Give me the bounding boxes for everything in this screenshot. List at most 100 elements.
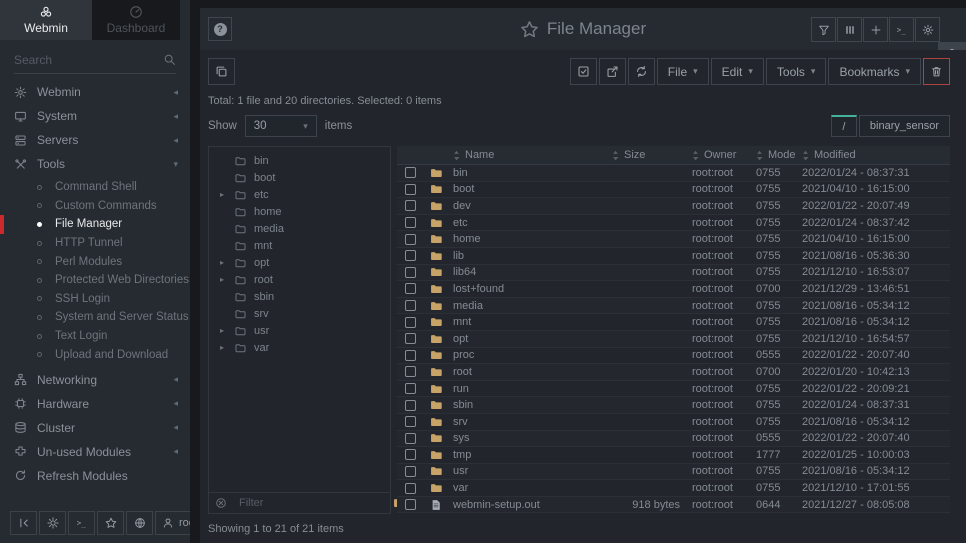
shell-button[interactable]: >_: [68, 511, 95, 535]
table-row[interactable]: webmin-setup.out918 bytesroot:root064420…: [397, 497, 950, 514]
row-checkbox[interactable]: [405, 400, 416, 411]
row-checkbox[interactable]: [405, 217, 416, 228]
tree-item-var[interactable]: ▸var: [209, 339, 390, 356]
sidebar-item-system[interactable]: System◂: [0, 104, 190, 128]
table-row[interactable]: sysroot:root05552022/01/22 - 20:07:40: [397, 431, 950, 448]
table-row[interactable]: mntroot:root07552021/08/16 - 05:34:12: [397, 314, 950, 331]
sidebar-item-refresh-modules[interactable]: Refresh Modules: [0, 464, 190, 488]
row-checkbox[interactable]: [405, 317, 416, 328]
row-checkbox[interactable]: [405, 300, 416, 311]
settings-button[interactable]: [915, 17, 940, 42]
sidebar-subitem-ssh-login[interactable]: SSH Login: [0, 290, 190, 309]
help-button[interactable]: ?: [208, 17, 232, 41]
refresh-button[interactable]: [628, 58, 655, 85]
tree-item-etc[interactable]: ▸etc: [209, 186, 390, 203]
menu-bookmarks-button[interactable]: Bookmarks▾: [828, 58, 921, 85]
filter-input[interactable]: [233, 493, 387, 513]
tree-item-root[interactable]: ▸root: [209, 271, 390, 288]
row-checkbox[interactable]: [405, 466, 416, 477]
sidebar-item-servers[interactable]: Servers◂: [0, 128, 190, 152]
expand-arrow-icon[interactable]: ▸: [217, 190, 227, 199]
sidebar-item-un-used-modules[interactable]: Un-used Modules◂: [0, 440, 190, 464]
sidebar-item-webmin[interactable]: Webmin◂: [0, 80, 190, 104]
tree-item-sbin[interactable]: sbin: [209, 288, 390, 305]
row-checkbox[interactable]: [405, 200, 416, 211]
expand-arrow-icon[interactable]: ▸: [217, 275, 227, 284]
row-checkbox[interactable]: [405, 366, 416, 377]
sidebar-subitem-perl-modules[interactable]: Perl Modules: [0, 252, 190, 271]
column-header-owner[interactable]: Owner: [692, 149, 756, 161]
table-row[interactable]: procroot:root05552022/01/22 - 20:07:40: [397, 348, 950, 365]
sidebar-item-cluster[interactable]: Cluster◂: [0, 416, 190, 440]
table-row[interactable]: usrroot:root07552021/08/16 - 05:34:12: [397, 464, 950, 481]
sidebar-subitem-system-and-server-status[interactable]: System and Server Status: [0, 308, 190, 327]
column-header-mode[interactable]: Mode: [756, 149, 802, 161]
table-row[interactable]: rootroot:root07002022/01/20 - 10:42:13: [397, 364, 950, 381]
search-input[interactable]: [14, 48, 176, 72]
row-checkbox[interactable]: [405, 499, 416, 510]
table-row[interactable]: lib64root:root07552021/12/10 - 16:53:07: [397, 265, 950, 282]
table-row[interactable]: bootroot:root07552021/04/10 - 16:15:00: [397, 182, 950, 199]
table-row[interactable]: devroot:root07552022/01/22 - 20:07:49: [397, 198, 950, 215]
row-checkbox[interactable]: [405, 333, 416, 344]
menu-edit-button[interactable]: Edit▾: [711, 58, 764, 85]
tab-webmin[interactable]: Webmin: [0, 0, 92, 40]
column-header-modified[interactable]: Modified: [802, 149, 950, 161]
table-row[interactable]: varroot:root07552021/12/10 - 17:01:55: [397, 480, 950, 497]
filter-button[interactable]: [811, 17, 836, 42]
row-checkbox[interactable]: [405, 283, 416, 294]
menu-file-button[interactable]: File▾: [657, 58, 709, 85]
language-button[interactable]: [126, 511, 153, 535]
terminal-button[interactable]: >_: [889, 17, 914, 42]
row-checkbox[interactable]: [405, 433, 416, 444]
column-header-name[interactable]: Name: [453, 149, 612, 161]
sidebar-item-tools[interactable]: Tools▾: [0, 152, 190, 176]
sidebar-subitem-file-manager[interactable]: File Manager: [0, 215, 190, 234]
open-tab-button[interactable]: [863, 17, 888, 42]
row-checkbox[interactable]: [405, 350, 416, 361]
favorites-button[interactable]: [97, 511, 124, 535]
table-row[interactable]: optroot:root07552021/12/10 - 16:54:57: [397, 331, 950, 348]
sidebar-subitem-protected-web-directories[interactable]: Protected Web Directories: [0, 271, 190, 290]
menu-tools-button[interactable]: Tools▾: [766, 58, 827, 85]
table-row[interactable]: lost+foundroot:root07002021/12/29 - 13:4…: [397, 281, 950, 298]
row-checkbox[interactable]: [405, 416, 416, 427]
row-checkbox[interactable]: [405, 483, 416, 494]
table-row[interactable]: libroot:root07552021/08/16 - 05:36:30: [397, 248, 950, 265]
table-row[interactable]: etcroot:root07552022/01/24 - 08:37:42: [397, 215, 950, 232]
page-size-select[interactable]: 30 ▾: [245, 115, 317, 137]
clear-filter-icon[interactable]: [215, 497, 227, 509]
sidebar-item-networking[interactable]: Networking◂: [0, 368, 190, 392]
row-checkbox[interactable]: [405, 267, 416, 278]
table-row[interactable]: homeroot:root07552021/04/10 - 16:15:00: [397, 231, 950, 248]
select-all-button[interactable]: [570, 58, 597, 85]
tree-item-home[interactable]: home: [209, 203, 390, 220]
row-checkbox[interactable]: [405, 167, 416, 178]
collapse-sidebar-button[interactable]: [10, 511, 37, 535]
tree-item-mnt[interactable]: mnt: [209, 237, 390, 254]
export-button[interactable]: [599, 58, 626, 85]
sidebar-item-hardware[interactable]: Hardware◂: [0, 392, 190, 416]
expand-arrow-icon[interactable]: ▸: [217, 326, 227, 335]
tree-item-srv[interactable]: srv: [209, 305, 390, 322]
table-row[interactable]: tmproot:root17772022/01/25 - 10:00:03: [397, 447, 950, 464]
row-checkbox[interactable]: [405, 250, 416, 261]
row-checkbox[interactable]: [405, 449, 416, 460]
theme-toggle-button[interactable]: [39, 511, 66, 535]
table-row[interactable]: binroot:root07552022/01/24 - 08:37:31: [397, 165, 950, 182]
table-row[interactable]: runroot:root07552022/01/22 - 20:09:21: [397, 381, 950, 398]
row-checkbox[interactable]: [405, 184, 416, 195]
tree-item-opt[interactable]: ▸opt: [209, 254, 390, 271]
sidebar-subitem-http-tunnel[interactable]: HTTP Tunnel: [0, 234, 190, 253]
expand-arrow-icon[interactable]: ▸: [217, 258, 227, 267]
tree-item-bin[interactable]: bin: [209, 152, 390, 169]
table-row[interactable]: sbinroot:root07552022/01/24 - 08:37:31: [397, 397, 950, 414]
sidebar-subitem-custom-commands[interactable]: Custom Commands: [0, 197, 190, 216]
table-row[interactable]: mediaroot:root07552021/08/16 - 05:34:12: [397, 298, 950, 315]
tree-item-boot[interactable]: boot: [209, 169, 390, 186]
breadcrumb-root[interactable]: /: [831, 115, 857, 137]
expand-arrow-icon[interactable]: ▸: [217, 343, 227, 352]
columns-button[interactable]: [837, 17, 862, 42]
tab-dashboard[interactable]: Dashboard: [92, 0, 180, 40]
column-header-size[interactable]: Size: [612, 149, 692, 161]
